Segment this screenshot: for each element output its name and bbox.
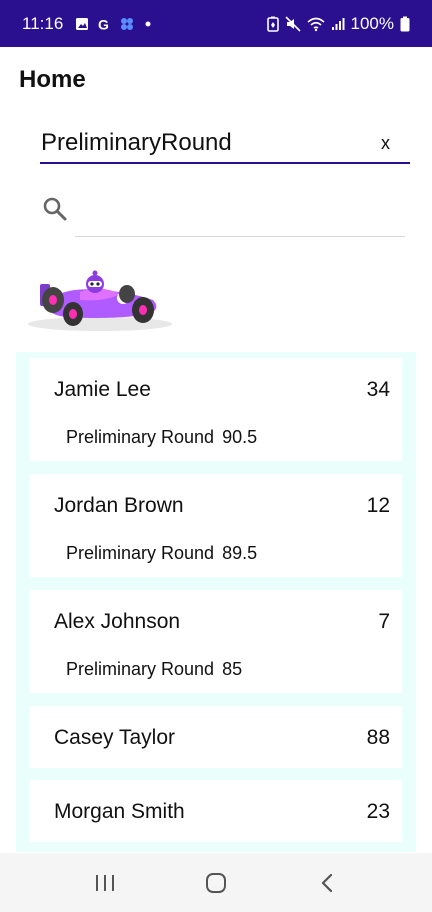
competitor-number: 7 [378,610,390,633]
round-score: 90.5 [222,427,258,447]
search-icon[interactable] [42,196,68,222]
filter-entry: x [40,128,410,164]
recent-apps-button[interactable] [85,863,125,903]
mute-icon [284,15,301,32]
home-icon [205,872,226,893]
gallery-icon [76,17,89,30]
list-item[interactable]: Alex Johnson 7 Preliminary Round 85 [30,590,402,693]
race-car-image [28,270,172,331]
status-time: 11:16 [22,13,64,33]
back-button[interactable] [307,863,347,903]
svg-text:G: G [98,17,109,31]
competitor-name: Jamie Lee [54,378,151,401]
competitor-name: Morgan Smith [54,800,185,823]
google-icon: G [98,17,109,31]
competitor-name: Casey Taylor [54,726,175,749]
results-list: Jamie Lee 34 Preliminary Round 90.5 Jord… [16,352,416,852]
round-score: 89.5 [222,543,258,563]
filter-input[interactable] [40,129,360,161]
round-detail: Preliminary Round 85 [66,659,242,680]
competitor-name: Alex Johnson [54,610,181,633]
page-title: Home [19,66,86,93]
back-icon [321,873,332,892]
competitor-number: 88 [366,726,390,749]
competitor-number: 23 [366,800,390,823]
search-input[interactable] [75,236,405,237]
round-score: 85 [222,659,243,679]
battery-saver-icon [266,16,279,32]
competitor-name: Jordan Brown [54,494,184,517]
app-icon [121,17,134,30]
clear-button[interactable]: x [381,133,410,158]
list-item[interactable]: Jordan Brown 12 Preliminary Round 89.5 [30,474,402,577]
wifi-icon [306,17,325,31]
competitor-number: 12 [366,494,390,517]
recent-apps-icon [96,874,115,891]
round-detail: Preliminary Round 89.5 [66,543,257,564]
signal-icon [331,17,345,30]
navigation-bar [0,853,432,912]
round-name: Preliminary Round [66,427,215,447]
round-name: Preliminary Round [66,659,215,679]
battery-icon [400,16,410,31]
round-detail: Preliminary Round 90.5 [66,427,257,448]
list-item[interactable]: Morgan Smith 23 [30,780,402,842]
competitor-number: 34 [366,378,390,401]
round-name: Preliminary Round [66,543,215,563]
list-item[interactable]: Jamie Lee 34 Preliminary Round 90.5 [30,358,402,461]
battery-percent: 100% [350,13,394,33]
list-item[interactable]: Casey Taylor 88 [30,706,402,768]
home-button[interactable] [196,863,236,903]
dot-icon [145,21,151,26]
status-bar: 11:16 G 100% [0,0,432,47]
